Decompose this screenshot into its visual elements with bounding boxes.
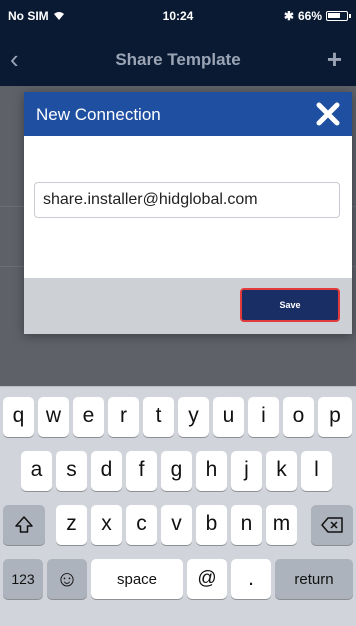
key-v[interactable]: v (161, 505, 192, 545)
at-key[interactable]: @ (187, 559, 227, 599)
key-d[interactable]: d (91, 451, 122, 491)
bluetooth-icon: ✱ (283, 9, 294, 23)
dialog-footer: Save (24, 278, 352, 334)
on-screen-keyboard: q w e r t y u i o p a s d f g h j k l z … (0, 386, 356, 626)
shift-key[interactable] (3, 505, 45, 545)
dialog-title: New Connection (36, 105, 161, 124)
key-r[interactable]: r (108, 397, 139, 437)
key-s[interactable]: s (56, 451, 87, 491)
emoji-key[interactable]: ☺ (47, 559, 87, 599)
page-title: Share Template (115, 50, 241, 69)
battery-percent: 66% (297, 9, 322, 23)
space-key[interactable]: space (91, 559, 183, 599)
key-b[interactable]: b (196, 505, 227, 545)
key-x[interactable]: x (91, 505, 122, 545)
key-z[interactable]: z (56, 505, 87, 545)
key-p[interactable]: p (318, 397, 352, 437)
delete-key[interactable] (311, 505, 353, 545)
save-button[interactable]: Save (240, 288, 340, 322)
key-h[interactable]: h (196, 451, 227, 491)
key-m[interactable]: m (266, 505, 297, 545)
key-i[interactable]: i (248, 397, 279, 437)
key-a[interactable]: a (21, 451, 52, 491)
key-e[interactable]: e (73, 397, 104, 437)
email-field[interactable] (34, 182, 340, 218)
key-j[interactable]: j (231, 451, 262, 491)
app-screen: No SIM 10:24 ✱ 66% ‹ Share Template + Ne… (0, 0, 356, 626)
key-t[interactable]: t (143, 397, 174, 437)
return-key[interactable]: return (275, 559, 353, 599)
key-k[interactable]: k (266, 451, 297, 491)
key-l[interactable]: l (301, 451, 332, 491)
key-c[interactable]: c (126, 505, 157, 545)
new-connection-dialog: New Connection Save (24, 92, 352, 334)
backspace-icon (321, 517, 343, 533)
status-right: ✱ 66% (283, 9, 351, 23)
key-q[interactable]: q (3, 397, 34, 437)
period-key[interactable]: . (231, 559, 271, 599)
navigation-bar: ‹ Share Template + (0, 34, 356, 86)
key-g[interactable]: g (161, 451, 192, 491)
key-w[interactable]: w (38, 397, 69, 437)
key-o[interactable]: o (283, 397, 314, 437)
shift-icon (15, 516, 33, 533)
add-icon[interactable]: + (327, 44, 342, 75)
numbers-key[interactable]: 123 (3, 559, 43, 599)
key-f[interactable]: f (126, 451, 157, 491)
battery-icon (326, 11, 351, 21)
key-y[interactable]: y (178, 397, 209, 437)
dialog-body (24, 136, 352, 278)
key-n[interactable]: n (231, 505, 262, 545)
emoji-icon: ☺ (55, 566, 79, 591)
close-icon[interactable] (312, 98, 344, 130)
key-u[interactable]: u (213, 397, 244, 437)
status-bar: No SIM 10:24 ✱ 66% (0, 0, 356, 34)
dialog-header: New Connection (24, 92, 352, 136)
